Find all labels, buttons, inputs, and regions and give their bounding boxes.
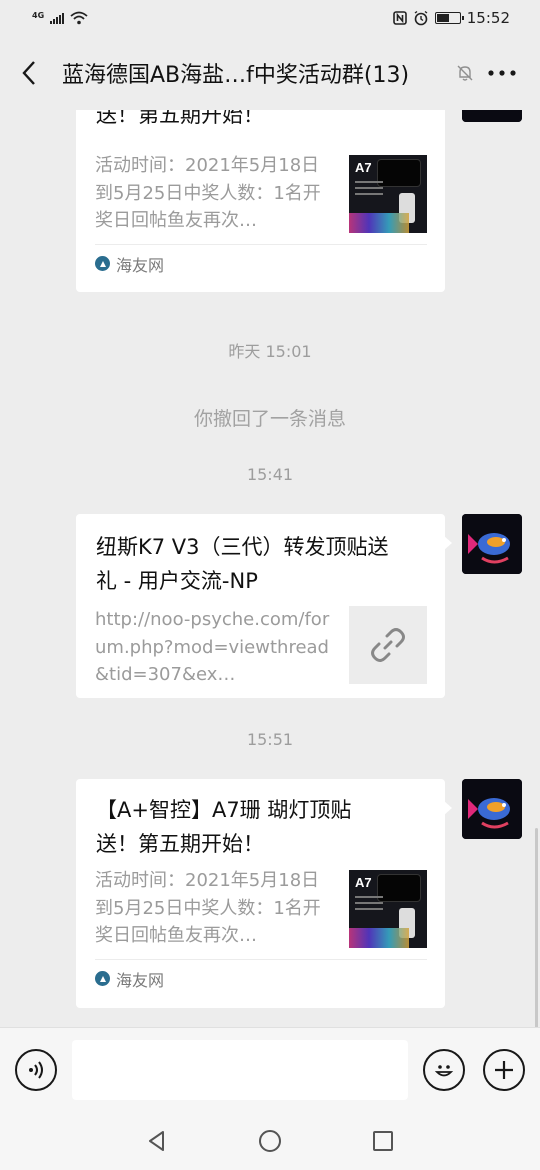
emoji-icon <box>434 1065 454 1077</box>
thumb-label: A7 <box>355 875 372 890</box>
card-title: 送！第五期开始！ <box>96 110 264 127</box>
mute-indicator <box>450 64 480 82</box>
status-left: 4G <box>32 11 88 26</box>
card-title: 纽斯K7 V3（三代）转发顶贴送礼 - 用户交流-NP <box>96 535 389 593</box>
chat-header: 蓝海德国AB海盐…f中奖活动群(13) <box>0 36 540 110</box>
avatar[interactable] <box>462 514 522 574</box>
share-card[interactable]: 【A+智控】A7珊 瑚灯顶贴送！第五期开始！ 活动时间：2021年5月18日到5… <box>76 779 452 1008</box>
card-thumbnail <box>349 606 427 684</box>
scrollbar[interactable] <box>535 828 538 1027</box>
back-triangle-icon <box>148 1131 164 1151</box>
source-logo-icon <box>95 256 110 271</box>
status-right: 15:52 <box>392 9 510 27</box>
nav-back-button[interactable] <box>137 1121 177 1161</box>
chat-title: 蓝海德国AB海盐…f中奖活动群(13) <box>62 63 410 88</box>
signal-icon <box>50 12 65 24</box>
fish-avatar-icon <box>462 110 522 122</box>
message-list[interactable]: 送！第五期开始！ 活动时间：2021年5月18日到5月25日中奖人数：1名开奖日… <box>0 110 540 1027</box>
alarm-icon <box>414 10 428 26</box>
recents-square-icon <box>373 1131 394 1151</box>
battery-icon <box>434 12 464 24</box>
timestamp: 15:41 <box>246 465 294 484</box>
link-icon <box>371 628 405 662</box>
card-title: 【A+智控】A7珊 瑚灯顶贴送！第五期开始！ <box>96 798 352 856</box>
card-description: 活动时间：2021年5月18日到5月25日中奖人数：1名开奖日回帖鱼友再次… <box>95 870 321 946</box>
wifi-icon <box>70 11 88 25</box>
back-button[interactable] <box>0 36 58 110</box>
avatar[interactable] <box>462 779 522 839</box>
card-thumbnail: A7 <box>349 870 427 948</box>
card-source: 海友网 <box>95 959 427 997</box>
recall-notice: 你撤回了一条消息 <box>193 408 346 430</box>
plus-icon <box>495 1061 513 1079</box>
input-bar <box>0 1027 540 1112</box>
emoji-button[interactable] <box>423 1049 465 1091</box>
home-circle-icon <box>258 1130 281 1152</box>
share-card[interactable]: 送！第五期开始！ 活动时间：2021年5月18日到5月25日中奖人数：1名开奖日… <box>76 110 445 292</box>
nav-home-button[interactable] <box>250 1121 290 1161</box>
network-type: 4G <box>32 10 45 20</box>
card-description: 活动时间：2021年5月18日到5月25日中奖人数：1名开奖日回帖鱼友再次… <box>95 155 321 231</box>
more-button[interactable] <box>480 70 524 76</box>
message-input[interactable] <box>72 1040 408 1100</box>
avatar[interactable] <box>462 110 522 122</box>
plus-button[interactable] <box>483 1049 525 1091</box>
back-icon <box>22 61 35 85</box>
nav-recents-button[interactable] <box>363 1121 403 1161</box>
system-nav-bar <box>0 1112 540 1170</box>
thumb-label: A7 <box>355 160 372 175</box>
card-thumbnail: A7 <box>349 155 427 233</box>
source-name: 海友网 <box>116 255 165 275</box>
fish-avatar-icon <box>462 514 522 574</box>
timestamp: 15:51 <box>246 730 294 749</box>
clock: 15:52 <box>466 9 510 27</box>
fish-avatar-icon <box>462 779 522 839</box>
nfc-icon <box>392 11 407 25</box>
source-logo-icon <box>95 971 110 986</box>
status-bar: 4G 15:52 <box>0 0 540 36</box>
timestamp: 昨天 15:01 <box>228 342 312 361</box>
more-icon <box>488 70 516 76</box>
link-card[interactable]: 纽斯K7 V3（三代）转发顶贴送礼 - 用户交流-NP http://noo-p… <box>76 514 452 698</box>
voice-icon <box>29 1061 43 1079</box>
source-name: 海友网 <box>116 970 165 990</box>
card-source: 海友网 <box>95 244 427 282</box>
card-url: http://noo-psyche.com/forum.php?mod=view… <box>95 609 330 685</box>
voice-button[interactable] <box>15 1049 57 1091</box>
mute-icon <box>457 65 473 81</box>
